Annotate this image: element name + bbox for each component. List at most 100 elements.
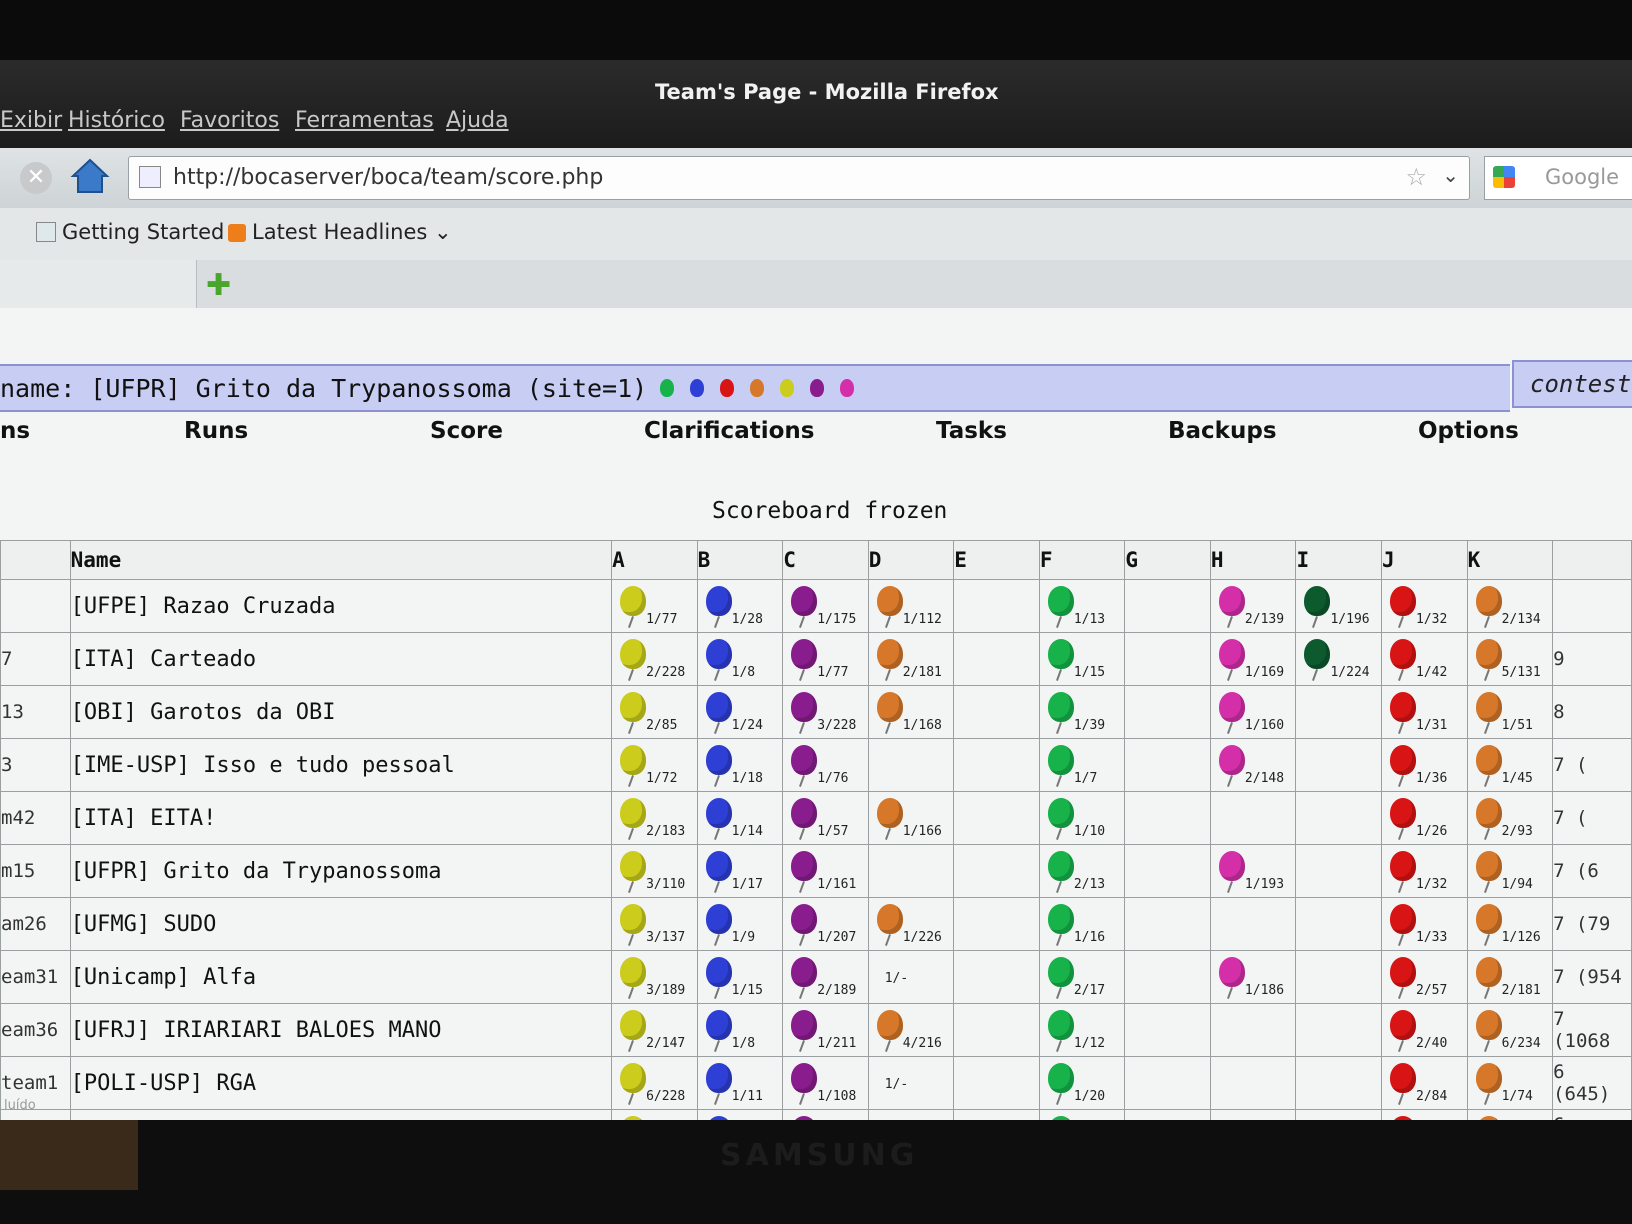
problem-cell xyxy=(1124,1003,1211,1057)
balloon-icon xyxy=(1218,745,1245,775)
new-tab-icon[interactable]: ✚ xyxy=(206,268,231,303)
problem-cell: 3/228 xyxy=(782,685,869,739)
attempts-time: 1/77 xyxy=(817,665,849,680)
attempts-time: 1/161 xyxy=(817,877,857,892)
contest-label: contest xyxy=(1512,360,1632,408)
menu-ajuda[interactable]: Ajuda xyxy=(446,108,509,133)
menu-favoritos[interactable]: Favoritos xyxy=(180,108,279,133)
scoreboard-frozen-label: Scoreboard frozen xyxy=(712,498,948,524)
balloon-icon xyxy=(810,379,824,397)
problem-cell: 1/211 xyxy=(782,1003,869,1057)
balloon-icon xyxy=(1218,639,1245,669)
menu-ferramentas[interactable]: Ferramentas xyxy=(295,108,434,133)
problem-cell: 1/8 xyxy=(696,632,784,686)
nav-clarifications[interactable]: Clarifications xyxy=(644,418,814,444)
balloon-icon xyxy=(1390,692,1417,722)
attempts-time: 1/211 xyxy=(817,1036,857,1051)
problem-header: E xyxy=(953,540,1040,580)
total-cell: 7 ( xyxy=(1552,791,1632,845)
attempts-time: 2/40 xyxy=(1416,1036,1448,1051)
problem-cell: 1/42 xyxy=(1381,632,1468,686)
balloon-icon xyxy=(876,1010,903,1040)
attempts-time: 1/33 xyxy=(1416,930,1448,945)
attempts-time: 1/126 xyxy=(1501,930,1541,945)
attempts-time: 1/196 xyxy=(1330,612,1370,627)
balloon-icon xyxy=(705,586,732,616)
balloon-icon xyxy=(1475,851,1502,881)
search-box[interactable]: Google xyxy=(1484,156,1632,200)
menu-exibir[interactable]: Exibir xyxy=(0,108,62,133)
problem-cell: 1/16 xyxy=(1038,897,1126,951)
nav-options[interactable]: Options xyxy=(1418,418,1519,444)
team-name: [UFPR] Grito da Trypanossoma xyxy=(69,844,613,898)
problem-cell: 2/147 xyxy=(611,1003,698,1057)
bookmark-getting-started[interactable]: Getting Started xyxy=(36,220,224,244)
attempts-time: 1/16 xyxy=(1073,930,1106,945)
balloon-icon xyxy=(876,904,903,934)
problem-cell xyxy=(1209,1056,1297,1110)
attempts-time: 1/160 xyxy=(1244,718,1285,733)
problem-cell: 2/134 xyxy=(1466,579,1554,633)
problem-cell xyxy=(1295,950,1383,1004)
problem-cell: 1/57 xyxy=(782,791,869,845)
balloon-icon xyxy=(620,957,647,987)
problem-cell xyxy=(1295,791,1383,845)
balloon-icon xyxy=(1218,586,1245,616)
problem-cell: 1/226 xyxy=(867,897,955,951)
attempts-time: 6/234 xyxy=(1501,1036,1541,1051)
nav-backups[interactable]: Backups xyxy=(1168,418,1277,444)
problem-cell: 1/77 xyxy=(782,632,869,686)
tab[interactable] xyxy=(0,260,197,308)
attempts-time: 1/108 xyxy=(817,1089,857,1104)
problem-cell xyxy=(1124,1109,1211,1120)
attempts-time: 2/139 xyxy=(1244,612,1285,627)
url-bar[interactable]: http://bocaserver/boca/team/score.php ☆ … xyxy=(128,156,1470,200)
table-row: eam31 [Unicamp] Alfa 3/189 1/15 2/189 1/- 2/17… xyxy=(0,950,1632,1004)
bookmark-label: Getting Started xyxy=(62,220,225,244)
problem-cell: 1/175 xyxy=(782,579,869,633)
attempts-time: 1/24 xyxy=(731,718,763,733)
screen: Team's Page - Mozilla Firefox Exibir His… xyxy=(0,60,1632,1120)
problem-cell xyxy=(953,950,1040,1004)
problem-cell: 1/8 xyxy=(696,1003,784,1057)
attempts-time: 1/32 xyxy=(1416,877,1448,892)
monitor-brand: SAMSUNG xyxy=(720,1138,919,1173)
team-login: 7 xyxy=(0,632,71,686)
problem-cell: 1/224 xyxy=(1295,632,1383,686)
attempts-time: 1/- xyxy=(884,1077,909,1092)
menu-historico[interactable]: Histórico xyxy=(68,108,165,133)
table-row: team1 [POLI-USP] RGA 6/228 1/11 1/108 1/- 1/20… xyxy=(0,1056,1632,1110)
problem-cell: 1/17 xyxy=(696,844,784,898)
table-row: am26 [UFMG] SUDO 3/137 1/9 1/207 1/226 1/16 1/3… xyxy=(0,897,1632,951)
balloon-icon xyxy=(840,379,854,397)
nav-score[interactable]: Score xyxy=(430,418,503,444)
bookmark-latest-headlines[interactable]: Latest Headlines ⌄ xyxy=(228,220,452,244)
nav-tasks[interactable]: Tasks xyxy=(936,418,1007,444)
problem-cell: 1/9 xyxy=(696,897,784,951)
page-content: name: [UFPR] Grito da Trypanossoma (site… xyxy=(0,308,1632,1120)
table-row: eam36 [UFRJ] IRIARIARI BALOES MANO 2/147 1/… xyxy=(0,1003,1632,1057)
nav-problems[interactable]: ns xyxy=(0,418,30,444)
balloon-icon xyxy=(791,957,818,987)
nav-runs[interactable]: Runs xyxy=(184,418,248,444)
stop-icon[interactable]: ✕ xyxy=(20,162,52,194)
problem-cell xyxy=(1295,1003,1383,1057)
balloon-icon xyxy=(705,745,732,775)
bookmarks-bar: Getting Started Latest Headlines ⌄ xyxy=(0,208,1632,260)
home-icon[interactable] xyxy=(70,156,110,200)
page-icon xyxy=(36,222,56,242)
navigation-bar: ✕ http://bocaserver/boca/team/score.php … xyxy=(0,148,1632,209)
bookmark-star-icon[interactable]: ☆ xyxy=(1405,163,1427,191)
problem-cell: 2/40 xyxy=(1381,1003,1468,1057)
total-cell: 7 (1068 xyxy=(1552,1003,1632,1057)
balloon-icon xyxy=(1475,745,1502,775)
attempts-time: 1/13 xyxy=(1073,612,1106,627)
url-dropdown-icon[interactable]: ⌄ xyxy=(1442,163,1459,187)
balloon-icon xyxy=(705,1063,732,1093)
balloon-icon xyxy=(791,1010,818,1040)
team-login: eam31 xyxy=(0,950,71,1004)
attempts-time: 1/51 xyxy=(1501,718,1533,733)
problem-cell xyxy=(953,632,1040,686)
problem-cell: 2/181 xyxy=(867,632,955,686)
balloon-icon xyxy=(1047,904,1074,934)
